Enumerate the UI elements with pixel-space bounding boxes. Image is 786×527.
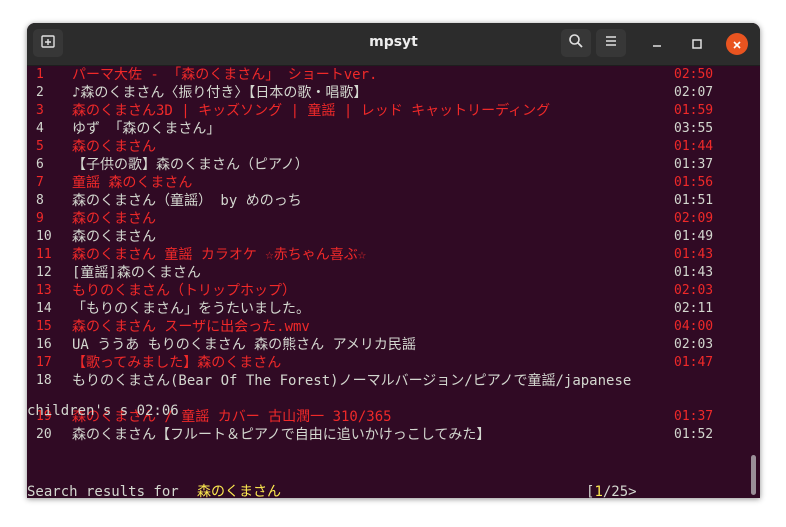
result-number: 10: [36, 229, 52, 244]
result-duration: 02:50: [674, 67, 714, 82]
maximize-button[interactable]: [686, 33, 708, 55]
result-title: もりのくまさん(Bear Of The Forest)ノーマルバージョン/ピアノ…: [72, 373, 632, 389]
scrollbar-thumb[interactable]: [751, 455, 756, 495]
result-number: 3: [36, 103, 44, 118]
terminal-area[interactable]: 1 パーマ大佐 - 「森のくまさん」 ショートver. 02:50 2 ♪森のくまさん〈…: [27, 65, 760, 498]
result-number: 2: [36, 85, 44, 100]
result-number: 9: [36, 211, 44, 226]
result-number: 20: [36, 427, 52, 442]
result-title: 童謡 森のくまさん: [72, 175, 193, 191]
close-button[interactable]: [726, 33, 748, 55]
result-title: 森のくまさん: [72, 211, 156, 227]
status-prefix: Search results for: [27, 484, 188, 498]
result-title: ♪森のくまさん〈振り付き〉【日本の歌・唱歌】: [72, 85, 368, 101]
result-18-wrap-text: children's s 02:06: [27, 403, 179, 419]
result-title: 森のくまさん スーザに出会った.wmv: [72, 319, 310, 335]
result-title: ゆず 「森のくまさん」: [72, 121, 221, 137]
result-duration: 01:59: [674, 103, 714, 118]
page-rest: /25>: [602, 484, 637, 498]
result-duration: 02:03: [674, 283, 714, 298]
result-duration: 01:51: [674, 193, 714, 208]
result-duration: 01:37: [674, 157, 714, 172]
title-bar: mpsyt: [27, 23, 760, 66]
result-number: 1: [36, 67, 44, 82]
result-title: もりのくまさん（トリップホップ）: [72, 283, 296, 299]
hamburger-menu-icon: [603, 33, 619, 53]
result-duration: 01:43: [674, 265, 714, 280]
result-duration: 01:49: [674, 229, 714, 244]
result-number: 18: [36, 373, 52, 388]
result-title: 森のくまさん: [72, 229, 156, 245]
result-duration: 01:44: [674, 139, 714, 154]
result-number: 11: [36, 247, 52, 262]
maximize-icon: [691, 35, 703, 54]
result-number: 7: [36, 175, 44, 190]
result-title: 森のくまさん: [72, 139, 156, 155]
result-duration: 02:09: [674, 211, 714, 226]
result-duration: 02:07: [674, 85, 714, 100]
minimize-icon: [651, 35, 663, 54]
result-duration: 01:47: [674, 355, 714, 370]
result-number: 8: [36, 193, 44, 208]
page-indicator: [1/25>: [586, 483, 637, 498]
terminal-window: mpsyt 1 パーマ大佐 - 「森のくまさん」 ショートver. 02:50 …: [27, 23, 760, 498]
result-title: 【歌ってみました】森のくまさん: [72, 355, 282, 371]
result-duration: 01:37: [674, 409, 714, 424]
result-number: 12: [36, 265, 52, 280]
minimize-button[interactable]: [646, 33, 668, 55]
result-title: パーマ大佐 - 「森のくまさん」 ショートver.: [72, 67, 378, 83]
result-number: 4: [36, 121, 44, 136]
result-duration: 01:56: [674, 175, 714, 190]
result-duration: 01:52: [674, 427, 714, 442]
result-title: 「もりのくまさん」をうたいました。: [72, 301, 310, 317]
result-number: 5: [36, 139, 44, 154]
result-title: 森のくまさん 童謡 カラオケ ☆赤ちゃん喜ぶ☆: [72, 247, 367, 263]
result-number: 13: [36, 283, 52, 298]
result-title: 【子供の歌】森のくまさん（ピアノ）: [72, 157, 309, 173]
result-number: 6: [36, 157, 44, 172]
search-button[interactable]: [561, 29, 591, 57]
result-number: 15: [36, 319, 52, 334]
result-duration: 02:03: [674, 337, 714, 352]
result-title: 森のくまさん3D | キッズソング | 童謡 | レッド キャットリーディング: [72, 103, 551, 119]
menu-button[interactable]: [596, 29, 626, 57]
result-duration: 01:43: [674, 247, 714, 262]
result-title: UA ううあ もりのくまさん 森の熊さん アメリカ民謡: [72, 337, 416, 353]
result-title: [童謡]森のくまさん: [72, 265, 201, 281]
result-title: 森のくまさん（童謡） by めのっち: [72, 193, 302, 209]
search-query: 森のくまさん: [197, 484, 281, 498]
result-number: 14: [36, 301, 52, 316]
result-title: 森のくまさん【フルート＆ピアノで自由に追いかけっこしてみた】: [72, 427, 491, 443]
result-duration: 03:55: [674, 121, 714, 136]
result-duration: 04:00: [674, 319, 714, 334]
page-current: 1: [594, 484, 603, 498]
close-icon: [732, 35, 742, 54]
result-number: 17: [36, 355, 52, 370]
result-duration: 02:11: [674, 301, 714, 316]
result-number: 16: [36, 337, 52, 352]
search-icon: [568, 33, 584, 53]
